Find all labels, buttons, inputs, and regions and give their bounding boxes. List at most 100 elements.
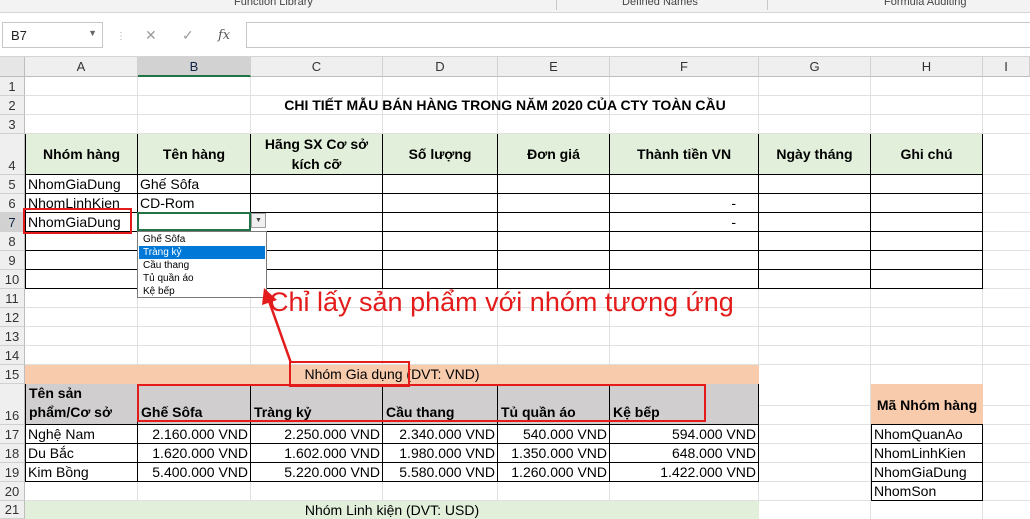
price-cell[interactable]: 5.220.000 VND: [251, 463, 383, 482]
cell-a9[interactable]: [25, 251, 138, 270]
cell-f7[interactable]: -: [610, 213, 759, 232]
cancel-icon[interactable]: ✕: [145, 27, 157, 44]
cell-d5[interactable]: [383, 175, 498, 194]
row-header-17[interactable]: 17: [0, 425, 25, 444]
cell-c9[interactable]: [251, 251, 383, 270]
price-cell[interactable]: 1.350.000 VND: [498, 444, 610, 463]
column-header-a[interactable]: A: [25, 57, 138, 77]
column-header-c[interactable]: C: [251, 57, 383, 77]
row-name[interactable]: Du Bắc: [25, 444, 138, 463]
cell-c8[interactable]: [251, 232, 383, 251]
price-cell[interactable]: 5.400.000 VND: [138, 463, 251, 482]
ma-nhom-hang-header[interactable]: Mã Nhóm hàng: [871, 384, 983, 425]
chevron-down-icon[interactable]: ▼: [88, 28, 97, 38]
row-header-16[interactable]: 16: [0, 384, 25, 425]
cell-g7[interactable]: [759, 213, 871, 232]
row-name[interactable]: Nghệ Nam: [25, 425, 138, 444]
row-name[interactable]: Kim Bồng: [25, 463, 138, 482]
price-cell[interactable]: 2.160.000 VND: [138, 425, 251, 444]
column-header-i[interactable]: I: [983, 57, 1030, 77]
cell-h9[interactable]: [871, 251, 983, 270]
header-product[interactable]: Tủ quần áo: [498, 384, 610, 425]
header-ngay-thang[interactable]: Ngày tháng: [759, 134, 871, 175]
cell-a7[interactable]: NhomGiaDung: [25, 213, 138, 232]
cell-e8[interactable]: [498, 232, 610, 251]
cell-h10[interactable]: [871, 270, 983, 289]
price-cell[interactable]: 1.602.000 VND: [251, 444, 383, 463]
name-box[interactable]: B7 ▼: [2, 22, 103, 48]
enter-icon[interactable]: ✓: [182, 27, 194, 44]
cell-b5[interactable]: Ghế Sôfa: [138, 175, 251, 194]
cell-h8[interactable]: [871, 232, 983, 251]
row-header-21[interactable]: 21: [0, 501, 25, 519]
price-cell[interactable]: 1.260.000 VND: [498, 463, 610, 482]
cell-d8[interactable]: [383, 232, 498, 251]
header-nhom-hang[interactable]: Nhóm hàng: [25, 134, 138, 175]
cell-d7[interactable]: [383, 213, 498, 232]
price-cell[interactable]: 1.422.000 VND: [610, 463, 759, 482]
cell-c5[interactable]: [251, 175, 383, 194]
row-header-13[interactable]: 13: [0, 327, 25, 346]
ma-nhom-item[interactable]: NhomSon: [871, 482, 983, 501]
header-so-luong[interactable]: Số lượng: [383, 134, 498, 175]
header-hang-sx[interactable]: Hãng SX Cơ sở kích cỡ: [251, 134, 383, 175]
cell-e6[interactable]: [498, 194, 610, 213]
row-header-20[interactable]: 20: [0, 482, 25, 501]
cell-h7[interactable]: [871, 213, 983, 232]
dropdown-option[interactable]: Cầu thang: [139, 259, 265, 272]
header-ten-san-pham[interactable]: Tên sản phẩm/Cơ sở: [25, 384, 138, 425]
ma-nhom-item[interactable]: NhomQuanAo: [871, 424, 983, 444]
column-header-b[interactable]: B: [138, 57, 251, 77]
column-header-d[interactable]: D: [383, 57, 498, 77]
formula-input[interactable]: [246, 22, 1030, 48]
price-cell[interactable]: 1.980.000 VND: [383, 444, 498, 463]
cell-e9[interactable]: [498, 251, 610, 270]
price-cell[interactable]: 2.250.000 VND: [251, 425, 383, 444]
header-don-gia[interactable]: Đơn giá: [498, 134, 610, 175]
row-header-3[interactable]: 3: [0, 115, 25, 134]
cell-a8[interactable]: [25, 232, 138, 251]
dropdown-option[interactable]: Tủ quần áo: [139, 272, 265, 285]
dropdown-option[interactable]: Ghế Sôfa: [139, 233, 265, 246]
price-cell[interactable]: 2.340.000 VND: [383, 425, 498, 444]
grip-icon[interactable]: ⋮: [116, 31, 126, 42]
dropdown-option-selected[interactable]: Tràng kỷ: [139, 246, 265, 259]
cell-d9[interactable]: [383, 251, 498, 270]
cell-f6[interactable]: -: [610, 194, 759, 213]
price-cell[interactable]: 540.000 VND: [498, 425, 610, 444]
row-header-6[interactable]: 6: [0, 194, 25, 213]
cell-d6[interactable]: [383, 194, 498, 213]
cell-a10[interactable]: [25, 270, 138, 289]
row-header-7[interactable]: 7: [0, 213, 25, 232]
row-header-11[interactable]: 11: [0, 289, 25, 308]
row-header-9[interactable]: 9: [0, 251, 25, 270]
header-ghi-chu[interactable]: Ghi chú: [871, 134, 983, 175]
column-header-e[interactable]: E: [498, 57, 610, 77]
column-header-g[interactable]: G: [759, 57, 871, 77]
band-nhom-linh-kien[interactable]: Nhóm Linh kiện (DVT: USD): [25, 501, 759, 519]
header-thanh-tien[interactable]: Thành tiền VN: [610, 134, 759, 175]
cell-h5[interactable]: [871, 175, 983, 194]
row-header-10[interactable]: 10: [0, 270, 25, 289]
ma-nhom-item[interactable]: NhomLinhKien: [871, 444, 983, 463]
fx-icon[interactable]: fx: [218, 28, 230, 43]
row-header-2[interactable]: 2: [0, 96, 25, 115]
row-header-15[interactable]: 15: [0, 365, 25, 384]
cell-c6[interactable]: [251, 194, 383, 213]
cell-h6[interactable]: [871, 194, 983, 213]
sheet-title[interactable]: CHI TIẾT MẪU BÁN HÀNG TRONG NĂM 2020 CỦA…: [251, 96, 759, 115]
cell-g10[interactable]: [759, 270, 871, 289]
column-header-f[interactable]: F: [610, 57, 759, 77]
cell-e5[interactable]: [498, 175, 610, 194]
select-all-corner[interactable]: [0, 57, 25, 77]
header-product[interactable]: Kệ bếp: [610, 384, 759, 425]
row-header-14[interactable]: 14: [0, 346, 25, 365]
price-cell[interactable]: 1.620.000 VND: [138, 444, 251, 463]
band-nhom-gia-dung[interactable]: Nhóm Gia dụng (DVT: VND): [25, 365, 759, 384]
cell-a6[interactable]: NhomLinhKien: [25, 194, 138, 213]
row-header-19[interactable]: 19: [0, 463, 25, 482]
price-cell[interactable]: 5.580.000 VND: [383, 463, 498, 482]
cell-g5[interactable]: [759, 175, 871, 194]
price-cell[interactable]: 648.000 VND: [610, 444, 759, 463]
row-header-5[interactable]: 5: [0, 175, 25, 194]
